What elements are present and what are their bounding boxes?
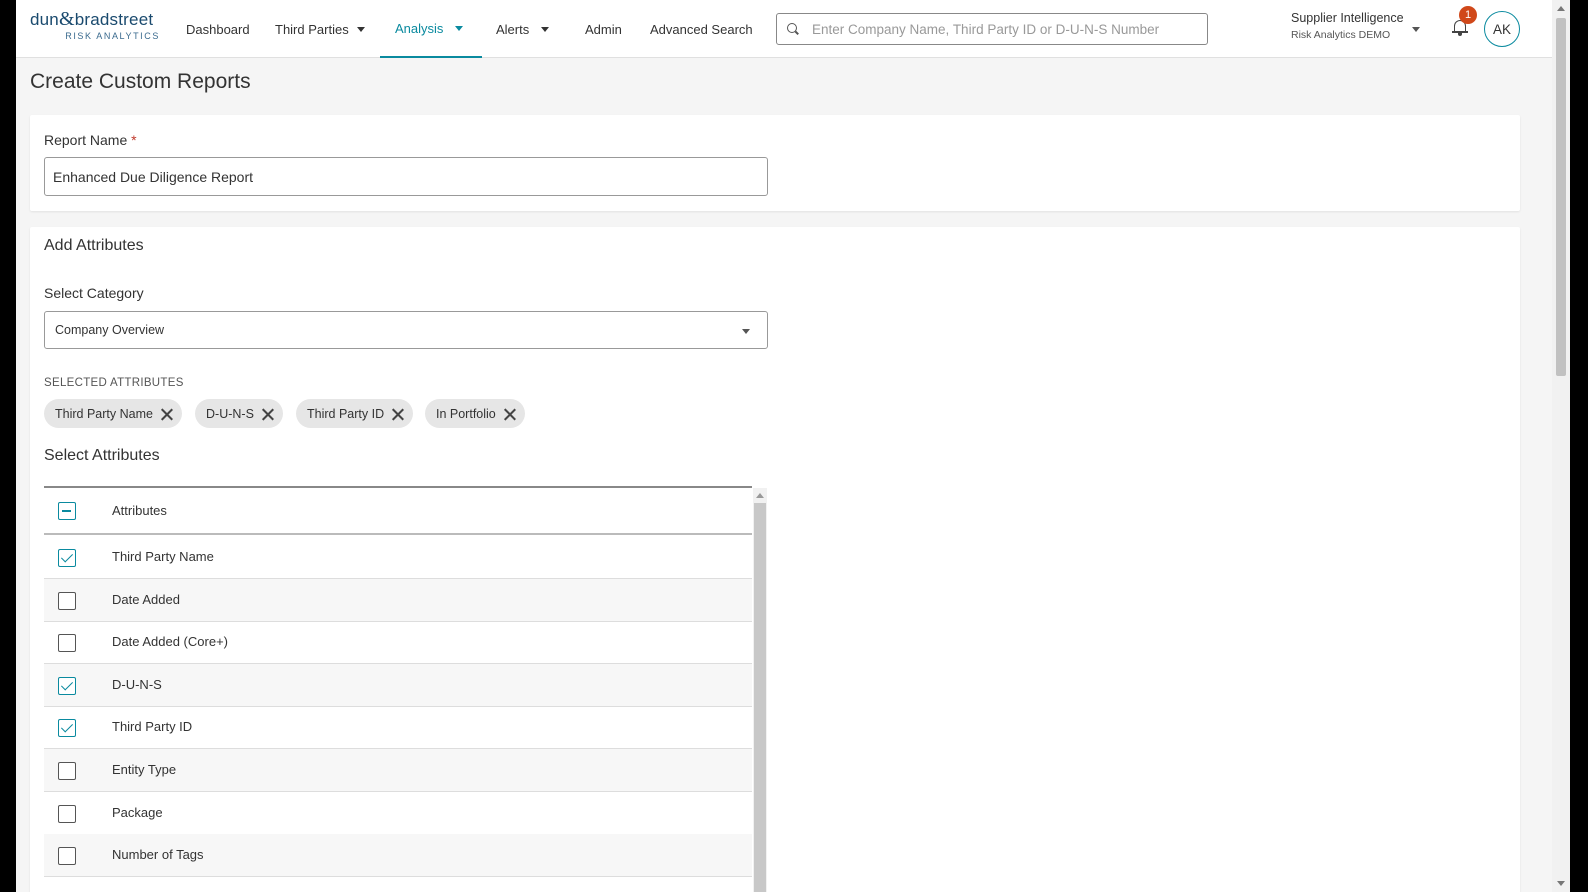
attribute-label: Date Added bbox=[112, 592, 180, 607]
selected-attribute-chip: In Portfolio bbox=[425, 399, 525, 428]
page-title: Create Custom Reports bbox=[30, 70, 251, 93]
table-row[interactable]: Third Party Name bbox=[44, 536, 752, 579]
nav-alerts[interactable]: Alerts bbox=[496, 0, 550, 58]
close-icon[interactable] bbox=[392, 408, 404, 420]
table-row[interactable]: Entity Type bbox=[44, 749, 752, 792]
category-select[interactable]: Company Overview bbox=[44, 311, 768, 349]
attributes-table: Attributes Third Party Name Date Added Dat… bbox=[44, 486, 767, 892]
attribute-checkbox[interactable] bbox=[58, 719, 76, 737]
chevron-down-icon bbox=[541, 26, 550, 32]
attribute-label: Number of Tags bbox=[112, 847, 204, 862]
brand-logo[interactable]: dun&bradstreet RISK ANALYTICS bbox=[30, 8, 160, 44]
chip-label: D-U-N-S bbox=[206, 406, 254, 421]
chip-label: In Portfolio bbox=[436, 406, 496, 421]
table-row[interactable]: Number of Tags bbox=[44, 834, 752, 877]
add-attributes-card: Add Attributes Select Category Company O… bbox=[30, 227, 1520, 892]
scroll-up-arrow[interactable] bbox=[1557, 6, 1565, 11]
search-icon bbox=[787, 23, 797, 33]
table-scrollbar[interactable] bbox=[753, 488, 767, 892]
scroll-down-arrow[interactable] bbox=[1557, 881, 1565, 886]
table-row[interactable]: Date Added bbox=[44, 579, 752, 622]
nav-analysis[interactable]: Analysis bbox=[380, 0, 482, 58]
select-attributes-title: Select Attributes bbox=[44, 447, 160, 464]
attribute-checkbox[interactable] bbox=[58, 677, 76, 695]
chevron-down-icon[interactable] bbox=[1412, 27, 1420, 32]
table-header-row: Attributes bbox=[44, 488, 752, 535]
org-switcher[interactable]: Supplier Intelligence Risk Analytics DEM… bbox=[1291, 11, 1431, 41]
table-row[interactable]: Date Added (Core+) bbox=[44, 621, 752, 664]
close-icon[interactable] bbox=[161, 408, 173, 420]
top-navigation-bar: dun&bradstreet RISK ANALYTICS Dashboard … bbox=[16, 0, 1552, 58]
nav-advanced-search[interactable]: Advanced Search bbox=[650, 0, 753, 58]
category-select-value: Company Overview bbox=[55, 323, 165, 337]
nav-dashboard[interactable]: Dashboard bbox=[186, 0, 250, 58]
nav-admin[interactable]: Admin bbox=[585, 0, 622, 58]
select-category-label: Select Category bbox=[44, 285, 144, 301]
global-search bbox=[776, 13, 1208, 45]
chevron-down-icon bbox=[742, 329, 750, 334]
report-name-card: Report Name * Enhanced Due Diligence Rep… bbox=[30, 115, 1520, 211]
attribute-label: Package bbox=[112, 805, 163, 820]
required-marker: * bbox=[131, 132, 137, 148]
user-avatar[interactable]: AK bbox=[1484, 11, 1520, 47]
org-subtitle: Risk Analytics DEMO bbox=[1291, 29, 1391, 41]
selected-attribute-chip: Third Party ID bbox=[296, 399, 414, 428]
selected-attributes-label: SELECTED ATTRIBUTES bbox=[44, 377, 184, 389]
attribute-checkbox[interactable] bbox=[58, 634, 76, 652]
chevron-down-icon bbox=[455, 25, 464, 31]
attribute-checkbox[interactable] bbox=[58, 592, 76, 610]
scroll-up-arrow[interactable] bbox=[756, 493, 764, 498]
add-attributes-title: Add Attributes bbox=[44, 237, 144, 254]
chip-label: Third Party ID bbox=[307, 406, 385, 421]
page-scrollbar[interactable] bbox=[1552, 0, 1570, 892]
select-all-checkbox[interactable] bbox=[58, 502, 76, 520]
report-name-input[interactable]: Enhanced Due Diligence Report bbox=[44, 157, 768, 196]
notification-badge: 1 bbox=[1459, 6, 1477, 24]
attribute-label: Third Party ID bbox=[112, 719, 193, 734]
nav-third-parties[interactable]: Third Parties bbox=[275, 0, 365, 58]
selected-attribute-chip: D-U-N-S bbox=[195, 399, 283, 428]
table-row[interactable]: Package bbox=[44, 792, 752, 835]
selected-attribute-chip: Third Party Name bbox=[44, 399, 182, 428]
attribute-label: Third Party Name bbox=[112, 549, 214, 564]
app-viewport: dun&bradstreet RISK ANALYTICS Dashboard … bbox=[16, 0, 1552, 892]
attribute-checkbox[interactable] bbox=[58, 805, 76, 823]
screen-edge bbox=[1570, 0, 1588, 892]
attribute-label: Date Added (Core+) bbox=[112, 634, 228, 649]
close-icon[interactable] bbox=[504, 408, 516, 420]
attribute-label: Entity Type bbox=[112, 762, 177, 777]
org-name: Supplier Intelligence bbox=[1291, 11, 1404, 25]
table-row[interactable]: D-U-N-S bbox=[44, 664, 752, 707]
search-input[interactable] bbox=[812, 18, 1197, 40]
logo-wordmark: dun&bradstreet bbox=[30, 8, 154, 30]
attribute-label: D-U-N-S bbox=[112, 677, 162, 692]
scroll-thumb[interactable] bbox=[1556, 18, 1566, 376]
attribute-checkbox[interactable] bbox=[58, 847, 76, 865]
scroll-thumb[interactable] bbox=[754, 503, 766, 892]
table-header-label: Attributes bbox=[112, 503, 167, 518]
chip-label: Third Party Name bbox=[55, 406, 153, 421]
attribute-checkbox[interactable] bbox=[58, 549, 76, 567]
attribute-checkbox[interactable] bbox=[58, 762, 76, 780]
close-icon[interactable] bbox=[262, 408, 274, 420]
report-name-label: Report Name * bbox=[44, 132, 137, 148]
logo-subtitle: RISK ANALYTICS bbox=[65, 31, 160, 41]
table-row[interactable]: Third Party ID bbox=[44, 706, 752, 749]
chevron-down-icon bbox=[356, 26, 365, 32]
